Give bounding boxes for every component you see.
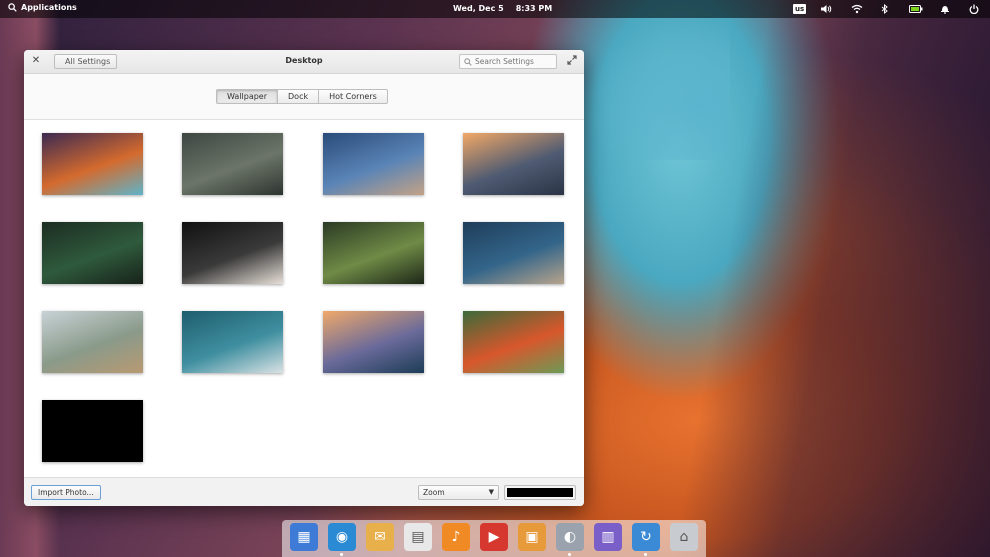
search-icon: [464, 58, 472, 66]
top-panel: Applications Wed, Dec 5 8:33 PM us: [0, 0, 990, 18]
color-button[interactable]: [504, 485, 576, 500]
wallpaper-thumbnail[interactable]: [42, 400, 143, 462]
settings-window: ✕ All Settings Desktop WallpaperDockHot …: [24, 50, 584, 506]
wallpaper-rock-right: [560, 0, 990, 557]
wallpaper-thumbnail[interactable]: [463, 133, 564, 195]
view-switcher: Wallpaper Dock Hot Corners: [216, 89, 388, 104]
wallpaper-thumbnail[interactable]: [323, 311, 424, 373]
notifications-icon[interactable]: [940, 3, 950, 15]
system-settings-icon[interactable]: ◐: [556, 523, 584, 551]
multitasking-view-icon[interactable]: ▦: [290, 523, 318, 551]
applications-label: Applications: [21, 3, 77, 12]
tab-wallpaper[interactable]: Wallpaper: [216, 89, 279, 104]
mail-icon[interactable]: ✉: [366, 523, 394, 551]
calendar-icon[interactable]: ▤: [404, 523, 432, 551]
volume-icon[interactable]: [820, 3, 832, 15]
wallpaper-thumbnail[interactable]: [463, 222, 564, 284]
datetime-indicator[interactable]: Wed, Dec 5 8:33 PM: [453, 4, 552, 13]
search-field[interactable]: [459, 54, 557, 69]
wallpaper-sky: [580, 20, 730, 160]
search-icon: [8, 3, 17, 12]
maximize-icon[interactable]: [567, 55, 577, 68]
import-photo-button[interactable]: Import Photo...: [31, 485, 101, 500]
web-browser-icon[interactable]: ◉: [328, 523, 356, 551]
time-label: 8:33 PM: [515, 4, 553, 13]
videos-icon[interactable]: ▶: [480, 523, 508, 551]
wifi-icon[interactable]: [851, 3, 863, 15]
photos-icon[interactable]: ▣: [518, 523, 546, 551]
color-swatch-fill: [507, 488, 573, 497]
running-indicator: [644, 553, 647, 556]
date-label: Wed, Dec 5: [453, 4, 504, 13]
tab-bar: Wallpaper Dock Hot Corners: [24, 74, 584, 120]
chevron-down-icon: ▼: [488, 488, 494, 496]
titlebar: ✕ All Settings Desktop: [24, 50, 584, 74]
wallpaper-grid: [24, 121, 584, 477]
music-icon[interactable]: ♪: [442, 523, 470, 551]
power-icon[interactable]: [969, 3, 979, 15]
appcenter-icon[interactable]: ▥: [594, 523, 622, 551]
battery-icon[interactable]: [909, 3, 923, 15]
running-indicator: [340, 553, 343, 556]
zoom-value: Zoom: [423, 488, 445, 497]
wallpaper-thumbnail[interactable]: [463, 311, 564, 373]
bluetooth-icon[interactable]: [881, 3, 889, 15]
wallpaper-thumbnail[interactable]: [42, 222, 143, 284]
wallpaper-thumbnail[interactable]: [323, 133, 424, 195]
tab-hot-corners[interactable]: Hot Corners: [318, 89, 388, 104]
search-input[interactable]: [475, 56, 555, 67]
keyboard-indicator[interactable]: us: [793, 3, 807, 15]
keyboard-layout-label: us: [793, 4, 807, 14]
wallpaper-thumbnail[interactable]: [42, 311, 143, 373]
tab-dock[interactable]: Dock: [277, 89, 320, 104]
wallpaper-thumbnail[interactable]: [42, 133, 143, 195]
wallpaper-thumbnail[interactable]: [323, 222, 424, 284]
zoom-select[interactable]: Zoom ▼: [418, 485, 499, 500]
action-bar: Import Photo... Zoom ▼: [24, 477, 584, 506]
wallpaper-thumbnail[interactable]: [182, 133, 283, 195]
applications-menu[interactable]: Applications: [8, 3, 77, 12]
files-icon[interactable]: ⌂: [670, 523, 698, 551]
wallpaper-thumbnail[interactable]: [182, 311, 283, 373]
running-indicator: [568, 553, 571, 556]
wallpaper-thumbnail[interactable]: [182, 222, 283, 284]
software-update-icon[interactable]: ↻: [632, 523, 660, 551]
